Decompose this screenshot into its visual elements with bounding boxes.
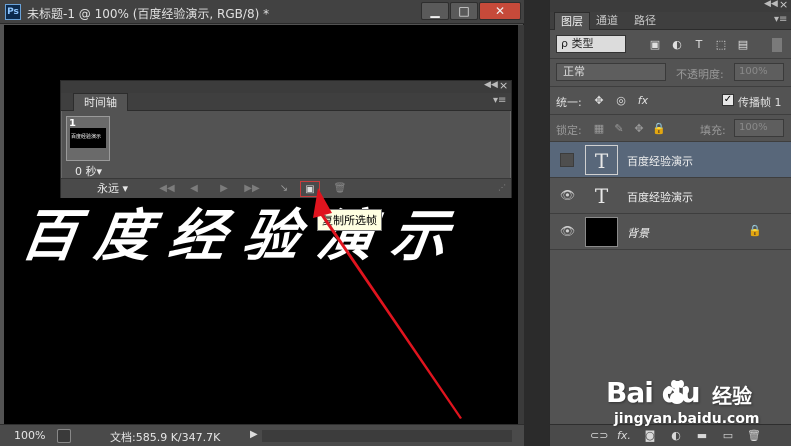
layer-row[interactable]: 👁 背景 🔒 [550,214,791,250]
resize-grip-icon[interactable]: ⋰ [498,183,508,195]
status-menu-arrow-icon[interactable]: ▶ [250,429,258,440]
image-filter-icon[interactable]: ▣ [648,38,662,52]
maximize-button[interactable]: □ [450,2,478,20]
duplicate-frame-button[interactable]: ▣ [300,181,320,197]
propagate-frame-label: 传播帧 1 [738,96,782,109]
layer-name: 百度经验演示 [627,155,693,168]
watermark-sub: 经验 [712,384,752,408]
opacity-field[interactable]: 100% [734,63,784,81]
lock-row: 锁定: ▦ ✎ ✥ 🔒 填充: 100% [550,115,791,142]
animation-frame[interactable]: 1 百度经验演示 [66,116,110,161]
photoshop-logo-icon: Ps [5,4,21,20]
eye-icon[interactable]: 👁 [560,189,575,203]
close-button[interactable]: ✕ [479,2,521,20]
blend-row: 正常 不透明度: 100% [550,59,791,87]
filter-toggle[interactable] [772,38,782,52]
layers-panel-header[interactable]: ◀◀ × [550,0,791,12]
smart-object-filter-icon[interactable]: ▤ [736,38,750,52]
tab-channels[interactable]: 通道 [590,12,624,30]
first-frame-icon[interactable]: ◀◀ [156,181,178,197]
visibility-toggle[interactable] [560,153,574,167]
panel-menu-icon[interactable]: ▾≡ [493,95,506,106]
status-bar: 100% 文档:585.9 K/347.7K ▶ [0,424,524,446]
vertical-scrollbar[interactable] [518,25,524,424]
tab-paths[interactable]: 路径 [628,12,662,30]
fill-field[interactable]: 100% [734,119,784,137]
layer-row[interactable]: 👁 T 百度经验演示 [550,178,791,214]
previous-frame-icon[interactable]: ◀ [183,181,205,197]
unify-row: 统一: ✥ ◎ fx ✓ 传播帧 1 [550,87,791,115]
collapse-icon[interactable]: ◀◀ [764,0,778,9]
lock-pixels-icon[interactable]: ✎ [612,122,626,136]
text-layer-icon: T [594,184,609,208]
canvas-text-layer: 百度经验演示 [16,203,471,269]
lock-transparency-icon[interactable]: ▦ [592,122,606,136]
eye-icon[interactable]: 👁 [560,225,575,239]
lock-label: 锁定: [556,124,582,137]
text-filter-icon[interactable]: T [692,38,706,52]
minimize-button[interactable]: ▁ [421,2,449,20]
zoom-settings-icon[interactable] [57,429,71,443]
filter-type-select[interactable]: ρ 类型 [556,35,626,53]
document-title: 未标题-1 @ 100% (百度经验演示, RGB/8) * [27,7,270,21]
timeline-panel: ◀◀ × 时间轴 ▾≡ 1 百度经验演示 0 秒▾ 永远 ▾ ◀◀ ◀ ▶ ▶▶… [60,79,512,198]
document-title-bar[interactable]: Ps 未标题-1 @ 100% (百度经验演示, RGB/8) * ▁ □ ✕ [0,0,524,24]
lock-icon: 🔒 [748,224,762,237]
collapse-icon[interactable]: ◀◀ [484,80,498,90]
background-thumbnail [585,217,618,247]
frame-preview-text: 百度经验演示 [71,134,102,140]
frame-delay-select[interactable]: 0 秒▾ [75,163,102,179]
tween-icon[interactable]: ↘ [273,181,295,197]
delete-frame-icon[interactable]: 🗑 [329,181,351,197]
close-icon[interactable]: × [499,79,508,92]
tab-layers[interactable]: 图层 [554,12,590,30]
unify-label: 统一: [556,96,582,109]
frame-preview: 百度经验演示 [70,128,106,148]
adjustment-filter-icon[interactable]: ◐ [670,38,684,52]
propagate-frame-checkbox[interactable]: ✓ [722,94,734,106]
layer-name: 背景 [627,227,649,240]
lock-position-icon[interactable]: ✥ [632,122,646,136]
timeline-panel-header[interactable]: ◀◀ × [61,79,511,93]
opacity-label: 不透明度: [676,68,724,81]
layer-name: 百度经验演示 [627,191,693,204]
text-layer-icon: T [585,145,618,175]
timeline-controls: 永远 ▾ ◀◀ ◀ ▶ ▶▶ ↘ ▣ 🗑 ⋰ [61,178,511,198]
loop-options-select[interactable]: 永远 ▾ [97,181,151,197]
timeline-tab-bar: 时间轴 ▾≡ [61,93,511,111]
close-icon[interactable]: × [779,0,788,11]
lock-all-icon[interactable]: 🔒 [652,122,666,136]
panel-menu-icon[interactable]: ▾≡ [774,14,787,25]
blend-mode-select[interactable]: 正常 [556,63,666,81]
layer-row[interactable]: T 百度经验演示 [550,142,791,178]
tab-timeline[interactable]: 时间轴 [73,93,128,111]
baidu-watermark: Bai du 经验 jingyan.baidu.com [600,376,780,436]
unify-style-icon[interactable]: fx [636,94,650,108]
unify-position-icon[interactable]: ✥ [592,94,606,108]
play-icon[interactable]: ▶ [213,181,235,197]
unify-visibility-icon[interactable]: ◎ [614,94,628,108]
shape-filter-icon[interactable]: ⬚ [714,38,728,52]
fill-label: 填充: [700,124,726,137]
zoom-level[interactable]: 100% [14,429,45,442]
tooltip: 复制所选帧 [317,209,382,231]
document-window: Ps 未标题-1 @ 100% (百度经验演示, RGB/8) * ▁ □ ✕ … [0,0,524,446]
horizontal-scrollbar[interactable] [262,430,512,442]
paw-icon [666,380,689,404]
next-frame-icon[interactable]: ▶▶ [241,181,263,197]
layers-tab-bar: 图层 通道 路径 ▾≡ [550,12,791,30]
watermark-url: jingyan.baidu.com [614,411,760,427]
document-info: 文档:585.9 K/347.7K [110,431,221,444]
layer-filter-row: ρ 类型 ▣ ◐ T ⬚ ▤ [550,31,791,59]
